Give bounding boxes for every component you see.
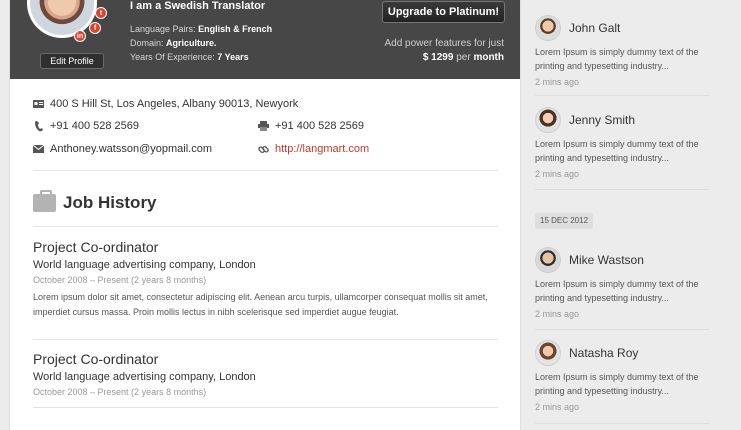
- facebook-icon[interactable]: f: [89, 22, 101, 34]
- activity-time: 2 mins ago: [535, 309, 580, 319]
- avatar: [535, 246, 561, 273]
- activity-item[interactable]: Natasha Roy Lorem Ipsum is simply dummy …: [535, 339, 709, 412]
- fax: +91 400 528 2569: [258, 120, 364, 132]
- phone-icon: [33, 120, 44, 132]
- divider: [33, 339, 498, 340]
- activity-time: 2 mins ago: [535, 402, 580, 412]
- profile-avatar: [27, 0, 97, 38]
- activity-item[interactable]: Mike Wastson Lorem Ipsum is simply dummy…: [535, 246, 709, 319]
- divider: [33, 407, 498, 408]
- job-company: World language advertising company, Lond…: [33, 259, 256, 271]
- avatar: [535, 339, 561, 366]
- twitter-icon[interactable]: t: [95, 7, 107, 19]
- activity-sidebar: John Galt Lorem Ipsum is simply dummy te…: [520, 0, 741, 430]
- job-dates: October 2008 – Present (2 years 8 months…: [33, 387, 207, 397]
- divider: [535, 189, 709, 190]
- profile-header: t f in Edit Profile I am a Swedish Trans…: [10, 0, 520, 79]
- divider: [535, 95, 709, 96]
- job-role: Project Co-ordinator: [33, 351, 159, 367]
- power-features-text: Add power features for just: [384, 38, 504, 49]
- divider: [535, 423, 709, 424]
- briefcase-icon: [33, 190, 56, 212]
- activity-user-name[interactable]: Jenny Smith: [569, 113, 635, 127]
- job-history-title: Job History: [63, 193, 157, 212]
- profile-panel: t f in Edit Profile I am a Swedish Trans…: [10, 0, 520, 430]
- activity-item[interactable]: John Galt Lorem Ipsum is simply dummy te…: [535, 14, 709, 87]
- link-icon: [258, 144, 269, 155]
- job-history-header: Job History: [33, 190, 157, 213]
- activity-text: Lorem Ipsum is simply dummy text of the …: [535, 372, 699, 396]
- activity-text: Lorem Ipsum is simply dummy text of the …: [535, 139, 699, 163]
- avatar: [535, 106, 561, 133]
- activity-user-name[interactable]: John Galt: [569, 21, 620, 35]
- divider: [33, 170, 498, 171]
- activity-time: 2 mins ago: [535, 169, 580, 179]
- envelope-icon: [33, 144, 44, 155]
- address-card-icon: [33, 99, 44, 110]
- edit-profile-button[interactable]: Edit Profile: [40, 53, 104, 69]
- printer-icon: [258, 121, 269, 132]
- activity-text: Lorem Ipsum is simply dummy text of the …: [535, 47, 699, 71]
- activity-item[interactable]: Jenny Smith Lorem Ipsum is simply dummy …: [535, 106, 709, 179]
- price: $ 1299 per month: [422, 52, 504, 63]
- activity-text: Lorem Ipsum is simply dummy text of the …: [535, 279, 699, 303]
- job-item: Project Co-ordinator World language adve…: [33, 351, 498, 397]
- website-link[interactable]: http://langmart.com: [275, 143, 369, 155]
- job-description: Lorem ipsum dolor sit amet, consectetur …: [33, 292, 488, 317]
- years-experience: Years Of Experience: 7 Years: [130, 52, 249, 62]
- profile-headline: I am a Swedish Translator: [130, 0, 266, 12]
- activity-user-name[interactable]: Natasha Roy: [569, 346, 638, 360]
- date-badge: 15 DEC 2012: [535, 213, 594, 229]
- activity-user-name[interactable]: Mike Wastson: [569, 253, 644, 267]
- avatar: [535, 14, 561, 41]
- activity-time: 2 mins ago: [535, 77, 580, 87]
- phone: +91 400 528 2569: [33, 120, 139, 132]
- job-company: World language advertising company, Lond…: [33, 371, 256, 383]
- linkedin-icon[interactable]: in: [74, 30, 86, 42]
- divider: [33, 226, 498, 227]
- language-pairs: Language Pairs: English & French: [130, 24, 273, 34]
- upgrade-platinum-button[interactable]: Upgrade to Platinum!: [382, 1, 505, 23]
- address: 400 S Hill St, Los Angeles, Albany 90013…: [33, 98, 298, 110]
- divider: [535, 329, 709, 330]
- job-dates: October 2008 – Present (2 years 8 months…: [33, 275, 207, 285]
- domain: Domain: Agriculture.: [130, 38, 217, 48]
- website: http://langmart.com: [258, 143, 369, 155]
- job-role: Project Co-ordinator: [33, 239, 159, 255]
- email: Anthoney.watsson@yopmail.com: [33, 143, 212, 155]
- job-item: Project Co-ordinator World language adve…: [33, 239, 498, 320]
